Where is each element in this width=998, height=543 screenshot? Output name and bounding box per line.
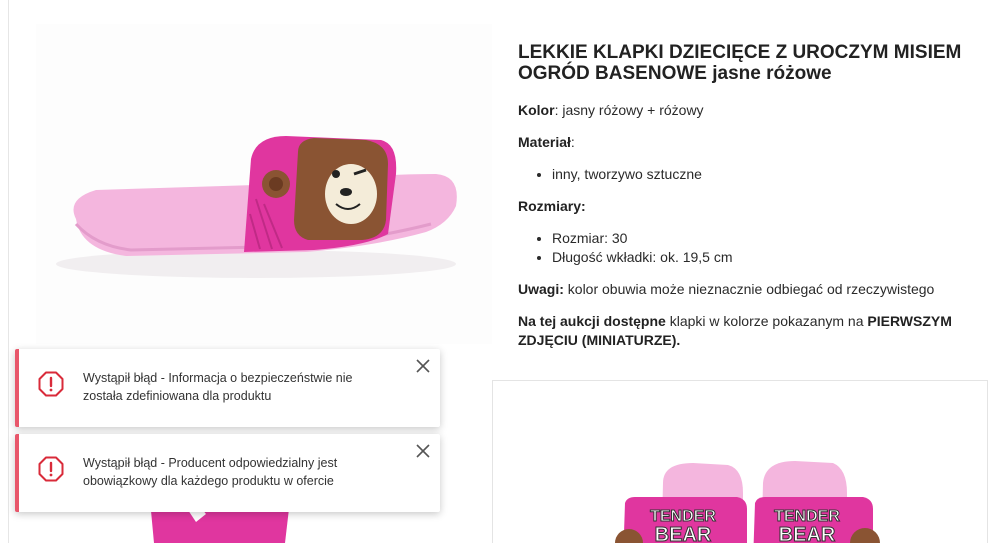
image-text-bear-1: BEAR	[655, 524, 712, 543]
notes-value: kolor obuwia może nieznacznie odbiegać o…	[567, 281, 935, 297]
product-main-image[interactable]	[36, 24, 492, 344]
material-line: Materiał:	[518, 133, 988, 152]
list-item: Rozmiar: 30	[552, 229, 988, 248]
color-label: Kolor	[518, 102, 555, 118]
page-divider	[8, 0, 9, 543]
list-item: Długość wkładki: ok. 19,5 cm	[552, 248, 988, 267]
availability-line: Na tej aukcji dostępne klapki w kolorze …	[518, 312, 988, 350]
product-title: LEKKIE KLAPKI DZIECIĘCE Z UROCZYM MISIEM…	[518, 42, 988, 84]
color-line: Kolor: jasny różowy + różowy	[518, 101, 988, 120]
sizes-line: Rozmiary:	[518, 197, 988, 216]
toast-message: Wystąpił błąd - Informacja o bezpieczeńs…	[83, 371, 353, 403]
product-second-image[interactable]: TENDER BEAR TENDER BEAR	[492, 380, 988, 543]
availability-label: Na tej aukcji dostępne	[518, 313, 666, 329]
product-title-color: jasne różowe	[712, 63, 832, 84]
image-text-bear-2: BEAR	[779, 524, 836, 543]
material-label: Materiał	[518, 134, 571, 150]
color-value: : jasny różowy + różowy	[554, 102, 704, 118]
product-description: LEKKIE KLAPKI DZIECIĘCE Z UROCZYM MISIEM…	[518, 42, 988, 363]
sizes-list: Rozmiar: 30 Długość wkładki: ok. 19,5 cm	[552, 229, 988, 267]
list-item: inny, tworzywo sztuczne	[552, 165, 988, 184]
notes-label: Uwagi:	[518, 281, 564, 297]
image-text-tender-1: TENDER	[650, 508, 716, 525]
material-colon: :	[570, 134, 575, 150]
sizes-label: Rozmiary:	[518, 198, 586, 214]
notes-line: Uwagi: kolor obuwia może nieznacznie odb…	[518, 280, 988, 299]
error-toast: Wystąpił błąd - Producent odpowiedzialny…	[15, 434, 440, 512]
availability-text: klapki w kolorze pokazanym na	[669, 313, 864, 329]
close-icon[interactable]	[414, 442, 432, 460]
toast-message: Wystąpił błąd - Producent odpowiedzialny…	[83, 456, 338, 488]
close-icon[interactable]	[414, 357, 432, 375]
material-list: inny, tworzywo sztuczne	[552, 165, 988, 184]
image-text-tender-2: TENDER	[774, 508, 840, 525]
error-circle-icon	[38, 456, 64, 482]
error-toast: Wystąpił błąd - Informacja o bezpieczeńs…	[15, 349, 440, 427]
error-circle-icon	[38, 371, 64, 397]
